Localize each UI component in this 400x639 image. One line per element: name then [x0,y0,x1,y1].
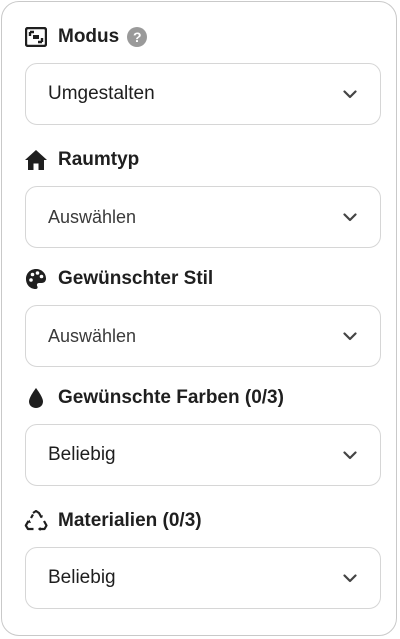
chevron-down-icon [342,570,358,586]
palette-icon [24,267,48,291]
stil-label: Gewünschter Stil [24,265,213,293]
materialien-label-text: Materialien (0/3) [58,510,202,531]
chevron-down-icon [342,86,358,102]
raumtyp-select[interactable]: Auswählen [25,186,381,248]
farben-value: Beliebig [48,444,116,465]
recycle-icon [24,509,48,533]
farben-label-text: Gewünschte Farben (0/3) [58,387,284,408]
raumtyp-label-text: Raumtyp [58,149,140,170]
modus-value: Umgestalten [48,83,155,104]
raumtyp-value: Auswählen [48,206,137,227]
modus-select[interactable]: Umgestalten [25,63,381,125]
droplet-icon [24,386,48,410]
materialien-label: Materialien (0/3) [24,507,202,535]
materialien-value: Beliebig [48,567,116,588]
chevron-down-icon [342,328,358,344]
chevron-down-icon [342,209,358,225]
stil-select[interactable]: Auswählen [25,305,381,367]
help-icon[interactable]: ? [127,27,148,47]
materialien-select[interactable]: Beliebig [25,547,381,609]
stil-label-text: Gewünschter Stil [58,268,214,289]
stil-value: Auswählen [48,325,137,346]
resize-icon [24,25,48,49]
modus-label-text: Modus [58,26,120,47]
farben-label: Gewünschte Farben (0/3) [24,384,284,412]
raumtyp-label: Raumtyp [24,146,139,174]
modus-label: Modus ? [24,23,148,51]
settings-panel: Modus ? Umgestalten Raumtyp Auswählen Ge… [1,1,397,636]
farben-select[interactable]: Beliebig [25,424,381,486]
chevron-down-icon [342,447,358,463]
home-icon [24,148,48,172]
